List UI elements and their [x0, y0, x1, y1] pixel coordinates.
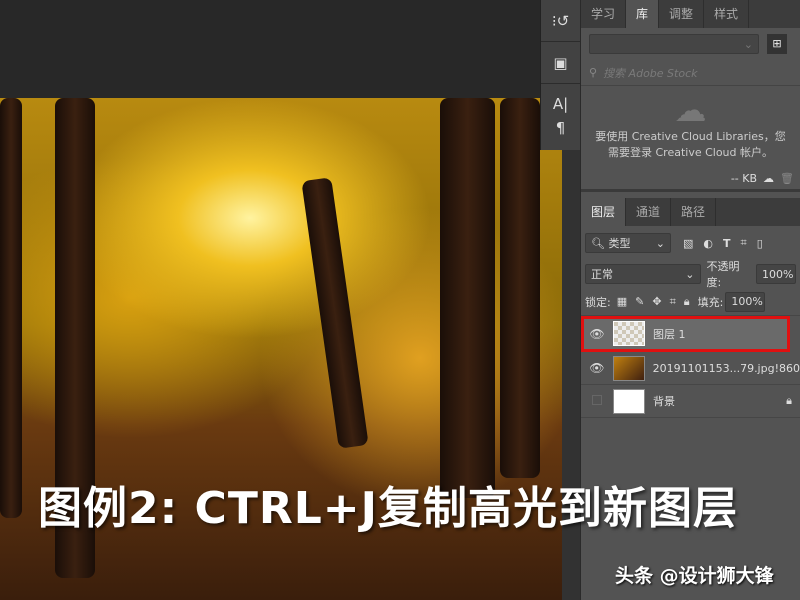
library-size: -- KB — [730, 172, 758, 185]
blend-mode-select[interactable]: 正常 ⌄ — [585, 264, 701, 284]
tab-layers[interactable]: 图层 — [581, 198, 627, 226]
cube-icon: ▣ — [553, 53, 568, 72]
fill-input[interactable]: 100% — [725, 291, 766, 312]
opacity-input[interactable]: 100% — [756, 264, 796, 284]
library-message: 要使用 Creative Cloud Libraries，您 — [595, 130, 786, 143]
tree-trunk — [301, 177, 369, 449]
visibility-eye-icon[interactable]: 👁︎ — [581, 361, 613, 375]
layers-tabs: 图层 通道 路径 — [581, 198, 800, 226]
library-message-2: 需要登录 Creative Cloud 帐户。 — [607, 146, 774, 159]
library-select[interactable]: ⌄ — [589, 34, 759, 54]
image-filter-icon[interactable]: ▧ — [683, 237, 693, 250]
layer-name: 20191101153...79.jpg!860 — [652, 361, 800, 375]
tab-libraries[interactable]: 库 — [626, 0, 660, 28]
lock-all-icon[interactable]: 🔒︎ — [684, 295, 690, 309]
blend-mode-value: 正常 — [591, 268, 613, 281]
shape-filter-icon[interactable]: ⌗ — [741, 236, 747, 250]
libraries-tabs: 学习 库 调整 样式 — [581, 0, 800, 28]
tree-trunk — [440, 98, 495, 498]
watermark: 头条 @设计狮大锋 — [615, 565, 774, 587]
stock-search-input[interactable]: 搜索 Adobe Stock — [603, 65, 697, 81]
3d-panel-button[interactable]: ▣ — [541, 42, 580, 84]
tab-learn[interactable]: 学习 — [581, 0, 627, 28]
layer-row[interactable]: 背景 🔒︎ — [581, 385, 800, 418]
visibility-toggle-empty[interactable] — [581, 394, 613, 408]
lock-label: 锁定: — [585, 295, 611, 309]
tab-channels[interactable]: 通道 — [626, 198, 672, 226]
grid-view-icon[interactable]: ⊞ — [767, 34, 787, 54]
cloud-sync-icon: ☁ — [763, 172, 775, 185]
type-filter-icon[interactable]: T — [723, 237, 731, 250]
lock-pixels-icon[interactable]: ✎ — [635, 295, 644, 308]
tree-trunk — [500, 98, 540, 478]
layer-name: 背景 — [653, 395, 675, 408]
fill-label: 填充: — [697, 295, 724, 309]
layer-row[interactable]: 👁︎ 20191101153...79.jpg!860 — [581, 352, 800, 385]
creative-cloud-off-icon: ☁ — [674, 91, 707, 129]
type-panels-group: A| ¶ — [541, 84, 580, 148]
layer-name: 图层 1 — [653, 327, 686, 341]
tab-styles[interactable]: 样式 — [704, 0, 750, 28]
collapsed-panel-dock: ⁝↺ ▣ A| ¶ — [540, 0, 580, 150]
lock-position-icon[interactable]: ✥ — [652, 295, 661, 308]
smart-object-filter-icon[interactable]: ▯ — [757, 237, 763, 250]
tree-trunk — [0, 98, 22, 518]
tab-adjustments[interactable]: 调整 — [659, 0, 705, 28]
tutorial-caption: 图例2: CTRL+J复制高光到新图层 — [38, 483, 738, 534]
adjustment-filter-icon[interactable]: ◐ — [703, 237, 713, 250]
search-icon: 🔍︎ — [591, 236, 605, 250]
filter-value: 类型 — [608, 237, 631, 250]
lock-icon: 🔒︎ — [786, 394, 792, 407]
layer-row-selected[interactable]: 👁︎ 图层 1 — [581, 316, 790, 352]
character-icon[interactable]: A| — [553, 95, 568, 113]
layer-thumbnail — [612, 355, 645, 381]
history-panel-button[interactable]: ⁝↺ — [541, 0, 580, 42]
lock-artboard-icon[interactable]: ⌗ — [670, 295, 676, 309]
visibility-eye-icon[interactable]: 👁︎ — [581, 327, 613, 341]
layer-thumbnail — [613, 321, 645, 346]
opacity-label: 不透明度: — [706, 260, 740, 289]
search-icon: ⚲ — [589, 66, 598, 79]
trash-icon[interactable]: 🗑 — [780, 172, 794, 185]
history-icon: ⁝↺ — [551, 11, 570, 30]
tab-paths[interactable]: 路径 — [671, 198, 717, 226]
paragraph-icon[interactable]: ¶ — [556, 119, 566, 137]
layer-thumbnail — [613, 388, 645, 414]
layer-filter-select[interactable]: 🔍︎ 类型 ⌄ — [585, 233, 671, 253]
lock-transparent-icon[interactable]: ▦ — [617, 295, 627, 308]
